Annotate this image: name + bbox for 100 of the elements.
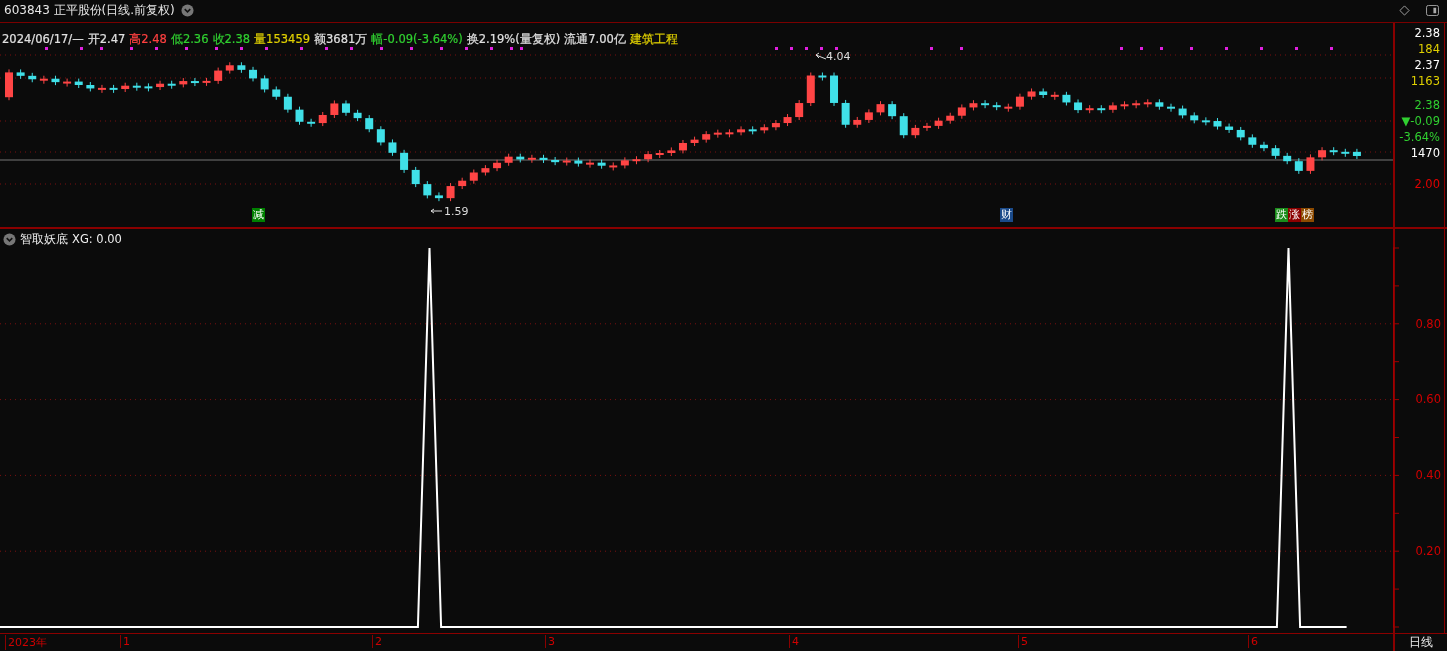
candlestick bbox=[678, 139, 687, 154]
candlestick bbox=[981, 99, 990, 109]
quote-item: 建筑工程 bbox=[629, 31, 678, 47]
candlestick bbox=[632, 155, 641, 165]
candlestick bbox=[725, 128, 734, 138]
dropdown-icon[interactable] bbox=[180, 4, 194, 18]
candlestick bbox=[1329, 146, 1338, 156]
event-marker[interactable]: 财 bbox=[1000, 207, 1013, 222]
event-marker[interactable]: 榜 bbox=[1301, 207, 1314, 222]
candlestick bbox=[934, 117, 943, 130]
candlestick bbox=[830, 71, 838, 107]
candlestick bbox=[911, 124, 920, 139]
candlestick bbox=[249, 66, 257, 82]
candlestick bbox=[771, 119, 780, 131]
candlestick bbox=[690, 136, 699, 147]
candlestick bbox=[1341, 148, 1350, 158]
axis-label: 0.60 bbox=[1415, 392, 1441, 407]
candlestick bbox=[1027, 87, 1036, 101]
candlestick bbox=[318, 111, 327, 127]
price-annotation: 4.04 bbox=[826, 49, 851, 63]
candlestick bbox=[888, 100, 897, 120]
candlestick bbox=[97, 84, 106, 94]
candlestick bbox=[400, 149, 409, 174]
quote-item: 低2.36 bbox=[170, 31, 209, 47]
diamond-icon[interactable] bbox=[1399, 5, 1410, 17]
candlestick bbox=[1143, 98, 1152, 108]
candlestick bbox=[179, 77, 188, 88]
candlestick bbox=[39, 75, 48, 85]
candlestick bbox=[214, 66, 223, 85]
candlestick bbox=[132, 82, 141, 92]
axis-label: 6 bbox=[1248, 634, 1258, 648]
candlestick bbox=[434, 191, 443, 202]
toggle-icon[interactable] bbox=[1426, 5, 1439, 17]
candlestick bbox=[574, 156, 583, 167]
candlestick bbox=[283, 93, 292, 114]
candlestick bbox=[504, 153, 513, 167]
candlestick bbox=[1097, 104, 1106, 114]
dropdown-icon[interactable] bbox=[3, 232, 16, 246]
quote-item: 幅-0.09(-3.64%) bbox=[371, 31, 463, 47]
quote-item: 收2.38 bbox=[212, 31, 251, 47]
candlestick bbox=[1004, 103, 1013, 113]
candlestick bbox=[446, 182, 455, 202]
candlestick bbox=[1271, 144, 1280, 160]
event-marker[interactable]: 跌 bbox=[1275, 207, 1288, 222]
axis-label: 1 bbox=[120, 634, 130, 648]
indicator-name: 智取妖底 bbox=[20, 230, 68, 248]
candlestick bbox=[458, 177, 467, 190]
candlestick bbox=[469, 168, 478, 185]
candlestick bbox=[957, 103, 966, 120]
candlestick bbox=[1213, 117, 1222, 130]
candlestick bbox=[853, 116, 862, 129]
candlestick bbox=[1120, 100, 1129, 110]
candlestick bbox=[516, 153, 525, 163]
candlestick bbox=[551, 156, 560, 166]
candlestick bbox=[1294, 157, 1303, 175]
price-annotation: 1.59 bbox=[444, 204, 469, 218]
candlestick bbox=[748, 125, 757, 135]
candlestick bbox=[86, 81, 95, 92]
candlestick bbox=[411, 166, 420, 188]
candlestick bbox=[121, 82, 130, 93]
axis-label: 2 bbox=[372, 634, 382, 648]
candlestick bbox=[190, 77, 199, 87]
indicator-reading: XG: 0.00 bbox=[72, 232, 122, 247]
candlestick bbox=[818, 71, 827, 81]
event-marker[interactable]: 减 bbox=[252, 207, 265, 222]
candlestick bbox=[1283, 152, 1292, 165]
quote-item: 2024/06/17/— bbox=[2, 31, 84, 47]
candlestick bbox=[1306, 153, 1315, 175]
candlestick bbox=[969, 99, 978, 111]
axis-label: -3.64% bbox=[1399, 128, 1440, 145]
event-marker[interactable]: 涨 bbox=[1288, 207, 1301, 222]
candlestick bbox=[5, 68, 13, 101]
candlestick bbox=[609, 161, 618, 171]
stock-title: 603843 正平股份(日线.前复权) bbox=[4, 2, 175, 20]
axis-label: 5 bbox=[1018, 634, 1028, 648]
arrow-icon bbox=[430, 208, 443, 214]
candlestick bbox=[156, 80, 165, 91]
axis-label: 2.37 bbox=[1414, 56, 1440, 73]
axis-label: 2.38 bbox=[1414, 24, 1440, 41]
period-label[interactable]: 日线 bbox=[1393, 633, 1447, 651]
candlestick bbox=[1108, 101, 1117, 114]
candlestick bbox=[63, 77, 72, 87]
candlestick bbox=[806, 71, 815, 107]
candlestick bbox=[864, 108, 873, 124]
quote-item: 换2.19%(量复权) bbox=[466, 31, 561, 47]
candlestick bbox=[376, 125, 385, 146]
quote-item: 流通7.00亿 bbox=[564, 31, 626, 47]
candlestick bbox=[342, 99, 350, 117]
candlestick bbox=[1062, 91, 1071, 106]
axis-label: 1163 bbox=[1410, 72, 1440, 89]
candlestick bbox=[1201, 116, 1210, 126]
candlestick bbox=[923, 122, 931, 132]
candlestick bbox=[481, 164, 490, 176]
candlestick bbox=[237, 61, 246, 74]
candlestick bbox=[876, 100, 885, 116]
candlestick bbox=[737, 125, 746, 136]
candlestick bbox=[109, 84, 118, 94]
axis-label: ▼-0.09 bbox=[1401, 112, 1440, 129]
quote-item: 开2.47 bbox=[87, 31, 126, 47]
axis-label: 3 bbox=[545, 634, 555, 648]
